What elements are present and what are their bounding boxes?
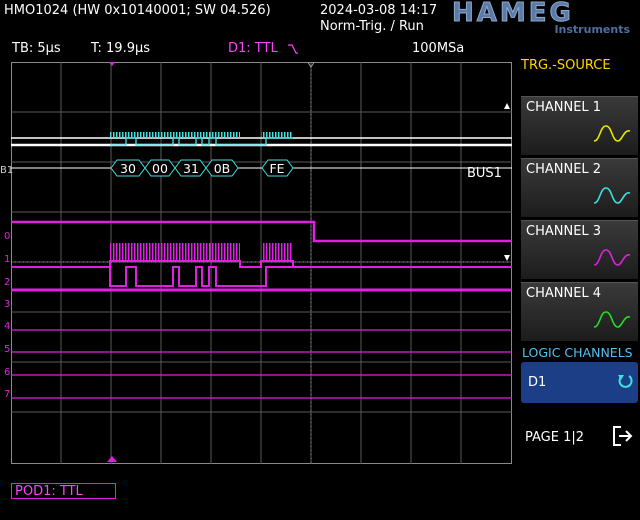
channel-2-label: CHANNEL 2 (526, 162, 602, 177)
logic-label-3: 3 (4, 299, 11, 310)
logic-label-7: 7 (4, 389, 11, 400)
sine-wave-icon (593, 187, 631, 204)
channel-4-label: CHANNEL 4 (526, 286, 602, 301)
logic-d1-label: D1 (528, 375, 547, 390)
bus-byte: 00 (144, 159, 176, 177)
logic-trace-d1-burst (110, 243, 240, 261)
channel-2-button[interactable]: CHANNEL 2 (521, 158, 638, 217)
bus-clock-burst (261, 132, 293, 138)
logic-label-1: 1 (4, 254, 11, 265)
channel-3-button[interactable]: CHANNEL 3 (521, 220, 638, 279)
bus-byte-text: 31 (183, 161, 199, 176)
bus-byte-text: 00 (152, 161, 168, 176)
logic-label-5: 5 (4, 344, 11, 355)
bus-byte-text: FE (269, 161, 284, 176)
logic-label-2: 2 (4, 277, 11, 288)
logic-label-0: 0 (4, 231, 11, 242)
hameg-logo: HAMEG Instruments (452, 0, 634, 37)
bus-decode: 30 00 31 0B FE (110, 159, 294, 177)
trigger-time: T: 19.9µs (91, 41, 151, 56)
bus-byte-text: 30 (120, 161, 136, 176)
trigger-source: D1: TTL (228, 41, 278, 56)
channel-3-label: CHANNEL 3 (526, 224, 602, 239)
bus-byte: 0B (205, 159, 239, 177)
channel-1-label: CHANNEL 1 (526, 100, 602, 115)
bus-marker: B1 (0, 165, 14, 176)
channel-4-button[interactable]: CHANNEL 4 (521, 282, 638, 341)
rotate-icon (618, 375, 633, 388)
sine-wave-icon (593, 311, 631, 328)
exit-icon[interactable] (611, 424, 635, 448)
bus-byte: FE (261, 159, 294, 177)
page-indicator[interactable]: PAGE 1|2 (525, 430, 584, 445)
trigger-mode: Norm-Trig. / Run (320, 19, 424, 34)
falling-edge-icon (288, 44, 298, 54)
waveform-display[interactable]: 30 00 31 0B FE BUS1 (11, 62, 512, 464)
logic-d1-button[interactable]: D1 (521, 362, 638, 403)
logic-trace-d1-burst (261, 243, 293, 261)
sine-wave-icon (593, 125, 631, 142)
logic-label-4: 4 (4, 321, 11, 332)
channel-1-button[interactable]: CHANNEL 1 (521, 96, 638, 155)
device-info: HMO1024 (HW 0x10140001; SW 04.526) (4, 3, 271, 18)
datetime: 2024-03-08 14:17 (320, 3, 438, 18)
logo-subtext: Instruments (554, 23, 630, 36)
pod-status[interactable]: POD1: TTL (11, 483, 116, 499)
trigger-source-title: TRG.-SOURCE (521, 58, 611, 73)
sample-rate: 100MSa (412, 41, 465, 56)
bus-name: BUS1 (467, 166, 502, 181)
sine-wave-icon (593, 249, 631, 266)
logic-channels-title: LOGIC CHANNELS (522, 345, 633, 360)
timebase: TB: 5µs (12, 41, 61, 56)
bus-byte: 30 (110, 159, 146, 177)
bus-byte: 31 (174, 159, 207, 177)
bus-byte-text: 0B (214, 161, 231, 176)
bus-clock-burst (110, 132, 240, 138)
logic-label-6: 6 (4, 367, 11, 378)
